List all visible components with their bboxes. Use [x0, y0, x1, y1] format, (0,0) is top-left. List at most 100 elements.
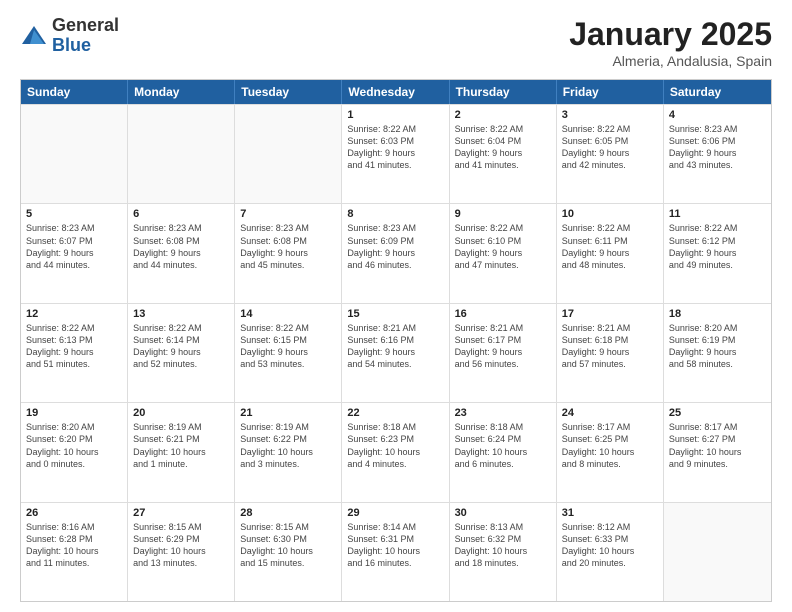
- calendar-cell: 21 Sunrise: 8:19 AM Sunset: 6:22 PM Dayli…: [235, 403, 342, 501]
- calendar-cell: [128, 105, 235, 203]
- cell-day-number: 25: [669, 407, 766, 419]
- cell-day-number: 6: [133, 208, 229, 220]
- logo: General Blue: [20, 16, 119, 56]
- cell-daylight-info: Sunrise: 8:19 AM Sunset: 6:22 PM Dayligh…: [240, 421, 336, 470]
- cell-daylight-info: Sunrise: 8:22 AM Sunset: 6:03 PM Dayligh…: [347, 123, 443, 172]
- cell-day-number: 28: [240, 507, 336, 519]
- cell-daylight-info: Sunrise: 8:22 AM Sunset: 6:12 PM Dayligh…: [669, 222, 766, 271]
- calendar-header: SundayMondayTuesdayWednesdayThursdayFrid…: [21, 80, 771, 104]
- calendar-cell: 24 Sunrise: 8:17 AM Sunset: 6:25 PM Dayli…: [557, 403, 664, 501]
- cell-daylight-info: Sunrise: 8:23 AM Sunset: 6:08 PM Dayligh…: [240, 222, 336, 271]
- cell-day-number: 7: [240, 208, 336, 220]
- logo-text: General Blue: [52, 16, 119, 56]
- calendar-cell: 23 Sunrise: 8:18 AM Sunset: 6:24 PM Dayli…: [450, 403, 557, 501]
- cell-daylight-info: Sunrise: 8:22 AM Sunset: 6:13 PM Dayligh…: [26, 322, 122, 371]
- cell-daylight-info: Sunrise: 8:19 AM Sunset: 6:21 PM Dayligh…: [133, 421, 229, 470]
- cell-day-number: 2: [455, 109, 551, 121]
- cell-daylight-info: Sunrise: 8:18 AM Sunset: 6:24 PM Dayligh…: [455, 421, 551, 470]
- cell-day-number: 9: [455, 208, 551, 220]
- cell-day-number: 20: [133, 407, 229, 419]
- calendar-cell: 7 Sunrise: 8:23 AM Sunset: 6:08 PM Daylig…: [235, 204, 342, 302]
- cell-day-number: 11: [669, 208, 766, 220]
- logo-general: General: [52, 16, 119, 36]
- cell-day-number: 19: [26, 407, 122, 419]
- calendar-cell: [235, 105, 342, 203]
- calendar-cell: 4Sunrise: 8:23 AM Sunset: 6:06 PM Daylig…: [664, 105, 771, 203]
- calendar-row: 19 Sunrise: 8:20 AM Sunset: 6:20 PM Dayli…: [21, 402, 771, 501]
- title-block: January 2025 Almeria, Andalusia, Spain: [569, 16, 772, 69]
- cell-day-number: 27: [133, 507, 229, 519]
- cell-daylight-info: Sunrise: 8:20 AM Sunset: 6:20 PM Dayligh…: [26, 421, 122, 470]
- cell-daylight-info: Sunrise: 8:18 AM Sunset: 6:23 PM Dayligh…: [347, 421, 443, 470]
- weekday-header: Sunday: [21, 80, 128, 104]
- cell-day-number: 18: [669, 308, 766, 320]
- calendar-cell: 20 Sunrise: 8:19 AM Sunset: 6:21 PM Dayli…: [128, 403, 235, 501]
- cell-day-number: 22: [347, 407, 443, 419]
- cell-daylight-info: Sunrise: 8:22 AM Sunset: 6:14 PM Dayligh…: [133, 322, 229, 371]
- cell-daylight-info: Sunrise: 8:17 AM Sunset: 6:25 PM Dayligh…: [562, 421, 658, 470]
- calendar-cell: 13 Sunrise: 8:22 AM Sunset: 6:14 PM Dayli…: [128, 304, 235, 402]
- cell-daylight-info: Sunrise: 8:23 AM Sunset: 6:08 PM Dayligh…: [133, 222, 229, 271]
- calendar-cell: 29Sunrise: 8:14 AM Sunset: 6:31 PM Dayli…: [342, 503, 449, 601]
- cell-daylight-info: Sunrise: 8:13 AM Sunset: 6:32 PM Dayligh…: [455, 521, 551, 570]
- cell-day-number: 24: [562, 407, 658, 419]
- cell-daylight-info: Sunrise: 8:15 AM Sunset: 6:29 PM Dayligh…: [133, 521, 229, 570]
- calendar-cell: 8 Sunrise: 8:23 AM Sunset: 6:09 PM Daylig…: [342, 204, 449, 302]
- calendar-cell: 1 Sunrise: 8:22 AM Sunset: 6:03 PM Daylig…: [342, 105, 449, 203]
- cell-day-number: 31: [562, 507, 658, 519]
- logo-blue: Blue: [52, 36, 119, 56]
- cell-daylight-info: Sunrise: 8:23 AM Sunset: 6:07 PM Dayligh…: [26, 222, 122, 271]
- cell-day-number: 26: [26, 507, 122, 519]
- cell-day-number: 23: [455, 407, 551, 419]
- calendar-cell: 27 Sunrise: 8:15 AM Sunset: 6:29 PM Dayli…: [128, 503, 235, 601]
- cell-day-number: 13: [133, 308, 229, 320]
- cell-daylight-info: Sunrise: 8:14 AM Sunset: 6:31 PM Dayligh…: [347, 521, 443, 570]
- cell-daylight-info: Sunrise: 8:21 AM Sunset: 6:18 PM Dayligh…: [562, 322, 658, 371]
- weekday-header: Saturday: [664, 80, 771, 104]
- cell-day-number: 21: [240, 407, 336, 419]
- calendar-cell: 12 Sunrise: 8:22 AM Sunset: 6:13 PM Dayli…: [21, 304, 128, 402]
- calendar-cell: 5Sunrise: 8:23 AM Sunset: 6:07 PM Daylig…: [21, 204, 128, 302]
- calendar-row: 26Sunrise: 8:16 AM Sunset: 6:28 PM Dayli…: [21, 502, 771, 601]
- weekday-header: Thursday: [450, 80, 557, 104]
- calendar-cell: 25 Sunrise: 8:17 AM Sunset: 6:27 PM Dayli…: [664, 403, 771, 501]
- calendar-cell: 10Sunrise: 8:22 AM Sunset: 6:11 PM Dayli…: [557, 204, 664, 302]
- cell-day-number: 1: [347, 109, 443, 121]
- calendar-cell: 18 Sunrise: 8:20 AM Sunset: 6:19 PM Dayli…: [664, 304, 771, 402]
- cell-day-number: 12: [26, 308, 122, 320]
- calendar-cell: 31 Sunrise: 8:12 AM Sunset: 6:33 PM Dayli…: [557, 503, 664, 601]
- cell-daylight-info: Sunrise: 8:22 AM Sunset: 6:04 PM Dayligh…: [455, 123, 551, 172]
- cell-daylight-info: Sunrise: 8:22 AM Sunset: 6:15 PM Dayligh…: [240, 322, 336, 371]
- cell-daylight-info: Sunrise: 8:12 AM Sunset: 6:33 PM Dayligh…: [562, 521, 658, 570]
- cell-daylight-info: Sunrise: 8:21 AM Sunset: 6:17 PM Dayligh…: [455, 322, 551, 371]
- calendar-cell: 16 Sunrise: 8:21 AM Sunset: 6:17 PM Dayli…: [450, 304, 557, 402]
- title-month: January 2025: [569, 16, 772, 53]
- calendar-cell: 17 Sunrise: 8:21 AM Sunset: 6:18 PM Dayli…: [557, 304, 664, 402]
- cell-day-number: 16: [455, 308, 551, 320]
- cell-daylight-info: Sunrise: 8:22 AM Sunset: 6:05 PM Dayligh…: [562, 123, 658, 172]
- cell-daylight-info: Sunrise: 8:17 AM Sunset: 6:27 PM Dayligh…: [669, 421, 766, 470]
- cell-day-number: 14: [240, 308, 336, 320]
- calendar-row: 12 Sunrise: 8:22 AM Sunset: 6:13 PM Dayli…: [21, 303, 771, 402]
- cell-daylight-info: Sunrise: 8:23 AM Sunset: 6:09 PM Dayligh…: [347, 222, 443, 271]
- weekday-header: Tuesday: [235, 80, 342, 104]
- cell-daylight-info: Sunrise: 8:20 AM Sunset: 6:19 PM Dayligh…: [669, 322, 766, 371]
- calendar-cell: 11 Sunrise: 8:22 AM Sunset: 6:12 PM Dayli…: [664, 204, 771, 302]
- cell-day-number: 30: [455, 507, 551, 519]
- cell-day-number: 8: [347, 208, 443, 220]
- cell-day-number: 17: [562, 308, 658, 320]
- cell-daylight-info: Sunrise: 8:22 AM Sunset: 6:11 PM Dayligh…: [562, 222, 658, 271]
- weekday-header: Monday: [128, 80, 235, 104]
- calendar-row: 5Sunrise: 8:23 AM Sunset: 6:07 PM Daylig…: [21, 203, 771, 302]
- calendar-cell: 15Sunrise: 8:21 AM Sunset: 6:16 PM Dayli…: [342, 304, 449, 402]
- cell-daylight-info: Sunrise: 8:21 AM Sunset: 6:16 PM Dayligh…: [347, 322, 443, 371]
- calendar-cell: [664, 503, 771, 601]
- calendar-cell: 2 Sunrise: 8:22 AM Sunset: 6:04 PM Daylig…: [450, 105, 557, 203]
- header: General Blue January 2025 Almeria, Andal…: [20, 16, 772, 69]
- page: General Blue January 2025 Almeria, Andal…: [0, 0, 792, 612]
- cell-day-number: 4: [669, 109, 766, 121]
- calendar-cell: 26Sunrise: 8:16 AM Sunset: 6:28 PM Dayli…: [21, 503, 128, 601]
- calendar-cell: [21, 105, 128, 203]
- calendar-cell: 3Sunrise: 8:22 AM Sunset: 6:05 PM Daylig…: [557, 105, 664, 203]
- logo-icon: [20, 22, 48, 50]
